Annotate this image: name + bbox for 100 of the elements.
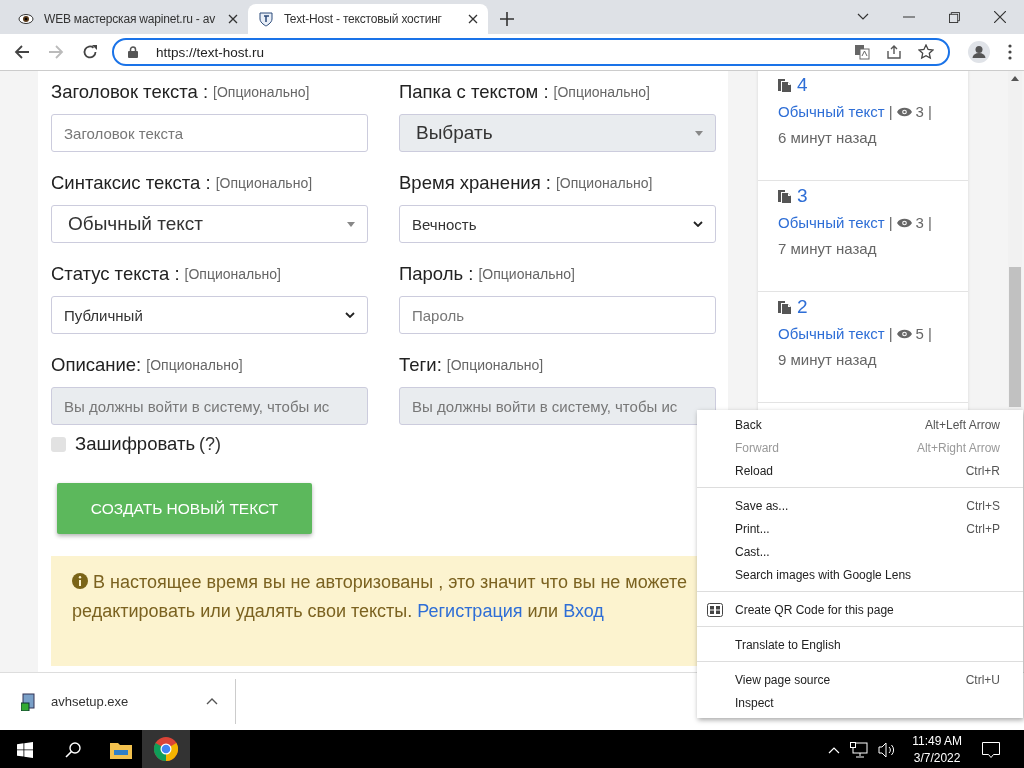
reload-icon[interactable] bbox=[82, 44, 98, 60]
syntax-link[interactable]: Обычный текст bbox=[778, 325, 885, 342]
menu-item[interactable]: Print... Ctrl+P bbox=[697, 517, 1023, 540]
star-icon[interactable] bbox=[918, 44, 934, 60]
separator: | bbox=[888, 325, 893, 342]
optional-hint: [Опционально] bbox=[446, 357, 544, 373]
text-title-link[interactable]: 2 bbox=[797, 296, 808, 318]
chevron-down-icon bbox=[693, 221, 703, 227]
separator: | bbox=[927, 103, 932, 120]
caret-icon bbox=[695, 130, 703, 136]
avatar-icon[interactable] bbox=[968, 41, 990, 63]
field-label: Папка с текстом : bbox=[399, 81, 549, 103]
menu-item[interactable]: Create QR Code for this page bbox=[697, 598, 1023, 621]
clock-date[interactable]: 3/7/2022 bbox=[913, 750, 961, 767]
optional-hint: [Опционально] bbox=[215, 175, 313, 191]
text-title-link[interactable]: 3 bbox=[797, 185, 808, 207]
register-link[interactable]: Регистрация bbox=[417, 601, 523, 621]
caret-icon bbox=[347, 221, 355, 227]
separator: | bbox=[927, 325, 932, 342]
separator: | bbox=[888, 103, 893, 120]
file-name: avhsetup.exe bbox=[51, 694, 130, 709]
tab-title: Text-Host - текстовый хостинг bbox=[284, 12, 443, 26]
browser-tab[interactable]: Text-Host - текстовый хостинг bbox=[248, 4, 488, 34]
menu-item[interactable]: Cast... bbox=[697, 540, 1023, 563]
share-icon[interactable] bbox=[886, 44, 902, 60]
download-item[interactable]: avhsetup.exe bbox=[0, 679, 236, 724]
field-label: Статус текста : bbox=[51, 263, 180, 285]
eye-icon bbox=[18, 11, 34, 27]
menu-item[interactable]: View page source Ctrl+U bbox=[697, 668, 1023, 691]
field-label: Время хранения : bbox=[399, 172, 551, 194]
menu-icon[interactable] bbox=[1008, 44, 1012, 60]
dropdown[interactable]: Обычный текст bbox=[51, 205, 368, 243]
chrome-logo-icon bbox=[154, 737, 178, 761]
syntax-link[interactable]: Обычный текст bbox=[778, 103, 885, 120]
field-label: Описание: bbox=[51, 354, 142, 376]
new-tab-icon[interactable] bbox=[500, 12, 514, 26]
text-field[interactable]: Пароль bbox=[399, 296, 716, 334]
separator: | bbox=[927, 214, 932, 231]
scroll-up-arrow-icon[interactable] bbox=[1011, 76, 1019, 81]
field-label: Пароль : bbox=[399, 263, 474, 285]
browser-tab[interactable]: WEB мастерская wapinet.ru - av bbox=[8, 4, 248, 34]
dropdown[interactable]: Вечность bbox=[399, 205, 716, 243]
separator: | bbox=[888, 214, 893, 231]
clock-time[interactable]: 11:49 AM bbox=[912, 733, 962, 750]
time-ago: 9 минут назад bbox=[778, 351, 878, 368]
login-link[interactable]: Вход bbox=[563, 601, 604, 621]
documents-icon bbox=[778, 189, 792, 203]
eye-icon bbox=[896, 106, 912, 117]
restore-icon[interactable] bbox=[949, 11, 960, 23]
address-field[interactable]: https://text-host.ru bbox=[112, 38, 950, 66]
folder-icon[interactable] bbox=[110, 741, 132, 759]
field-label: Заголовок текста : bbox=[51, 81, 209, 103]
checkbox[interactable] bbox=[51, 436, 66, 452]
speaker-icon[interactable] bbox=[878, 742, 897, 758]
text-field[interactable]: Заголовок текста bbox=[51, 114, 368, 152]
installer-icon bbox=[21, 692, 37, 711]
checkbox-label: Зашифровать bbox=[75, 433, 196, 455]
qr-code-icon bbox=[707, 602, 723, 617]
time-ago: 6 минут назад bbox=[778, 129, 878, 146]
documents-icon bbox=[778, 78, 792, 92]
optional-hint: [Опционально] bbox=[184, 266, 281, 282]
menu-item[interactable]: Translate to English bbox=[697, 633, 1023, 656]
help-link[interactable]: (?) bbox=[199, 433, 222, 455]
notifications-icon[interactable] bbox=[982, 742, 1000, 758]
menu-item[interactable]: Inspect bbox=[697, 691, 1023, 714]
close-icon[interactable] bbox=[994, 11, 1006, 23]
chrome-taskbar-button[interactable] bbox=[142, 730, 190, 768]
time-ago: 7 минут назад bbox=[778, 240, 878, 257]
menu-item[interactable]: Save as... Ctrl+S bbox=[697, 494, 1023, 517]
eye-icon bbox=[896, 328, 912, 339]
syntax-link[interactable]: Обычный текст bbox=[778, 214, 885, 231]
eye-icon bbox=[896, 217, 912, 228]
menu-item[interactable]: Search images with Google Lens bbox=[697, 563, 1023, 586]
translate-icon[interactable] bbox=[854, 44, 870, 60]
menu-item[interactable]: Reload Ctrl+R bbox=[697, 459, 1023, 482]
network-icon[interactable] bbox=[850, 742, 869, 758]
documents-icon bbox=[778, 300, 792, 314]
close-icon[interactable] bbox=[468, 14, 478, 24]
scroll-thumb[interactable] bbox=[1009, 267, 1021, 407]
close-icon[interactable] bbox=[228, 14, 238, 24]
lock-icon bbox=[128, 46, 138, 58]
field-label: Теги: bbox=[399, 354, 442, 376]
dropdown[interactable]: Публичный bbox=[51, 296, 368, 334]
view-count: 5 bbox=[915, 325, 924, 342]
field-label: Синтаксис текста : bbox=[51, 172, 211, 194]
optional-hint: [Опционально] bbox=[556, 175, 653, 191]
back-arrow-icon[interactable] bbox=[14, 44, 30, 60]
view-count: 3 bbox=[915, 214, 924, 231]
windows-logo-icon[interactable] bbox=[14, 742, 36, 758]
info-icon bbox=[72, 573, 88, 589]
text-title-link[interactable]: 4 bbox=[797, 74, 808, 96]
shield-icon bbox=[258, 11, 274, 27]
optional-hint: [Опционально] bbox=[146, 357, 243, 373]
tab-title: WEB мастерская wapinet.ru - av bbox=[44, 12, 217, 26]
alert-message: В настоящее время вы не авторизованы , это значит что вы не можете редактировать или удалять свои тексты. Регистрация или Вход bbox=[72, 571, 689, 623]
chevron-down-icon[interactable] bbox=[857, 13, 869, 21]
view-count: 3 bbox=[915, 103, 924, 120]
optional-hint: [Опционально] bbox=[478, 266, 575, 282]
optional-hint: [Опционально] bbox=[213, 84, 310, 100]
chevron-up-icon[interactable] bbox=[206, 698, 218, 705]
